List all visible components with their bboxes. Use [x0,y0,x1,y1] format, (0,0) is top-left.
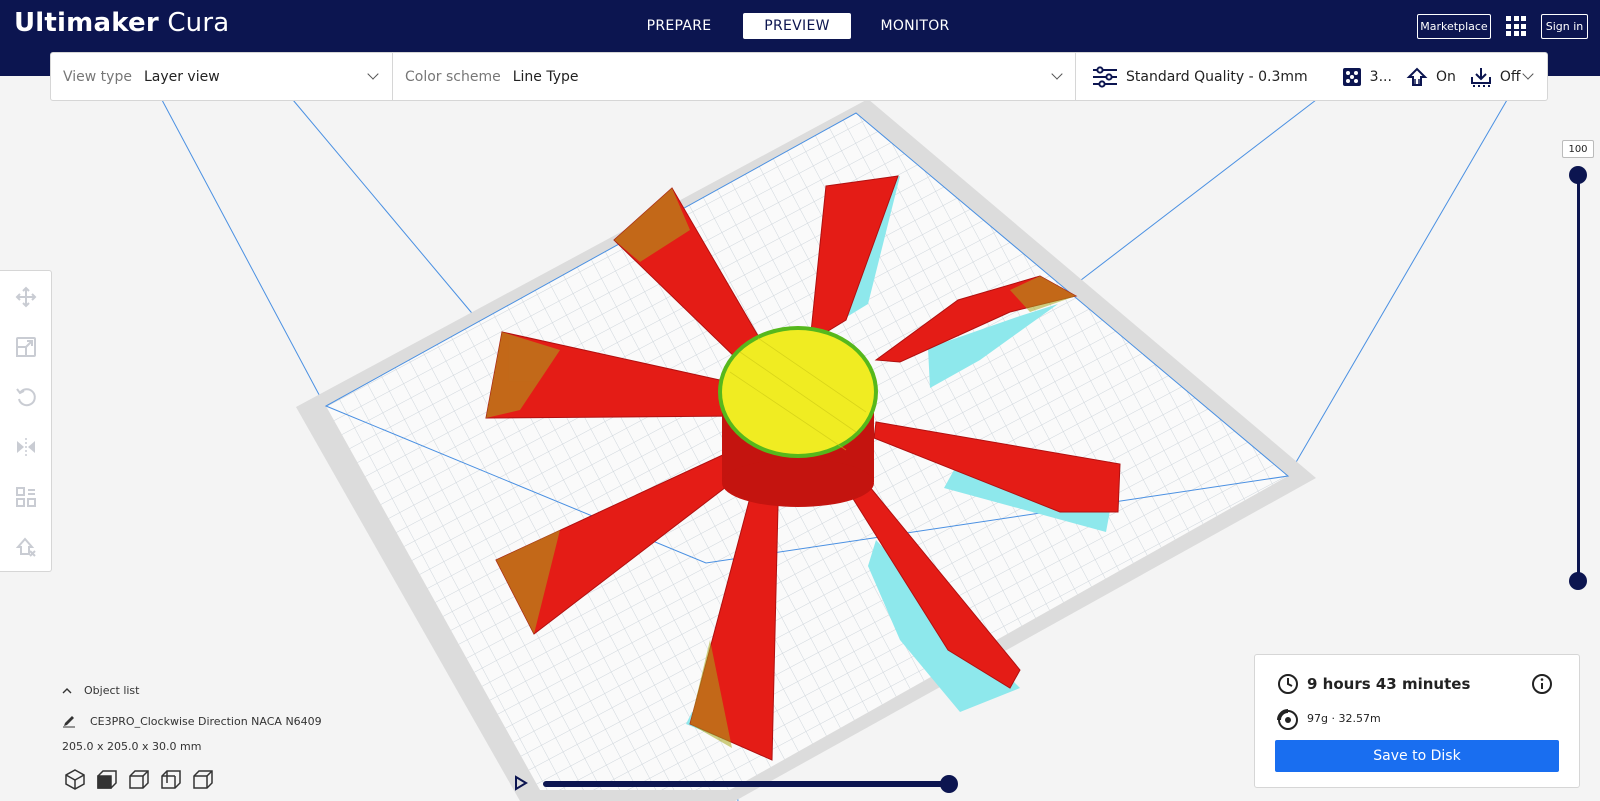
left-view-icon[interactable] [160,768,182,790]
layer-slider-track[interactable] [1577,175,1580,580]
color-scheme-dropdown[interactable]: Color scheme Line Type [392,53,1075,100]
tab-prepare[interactable]: PREPARE [625,13,733,39]
support-blocker-icon[interactable] [14,535,38,559]
simulation-slider-handle[interactable] [940,775,958,793]
object-list-panel: Object list CE3PRO_Clockwise Direction N… [62,684,322,790]
print-info-panel: 9 hours 43 minutes 97g · 32.57m Save to … [1254,654,1580,788]
front-view-icon[interactable] [96,768,118,790]
adhesion-value: Off [1499,68,1521,85]
play-icon[interactable] [514,775,528,791]
print-settings-dropdown[interactable]: Standard Quality - 0.3mm 3... On Off [1075,53,1547,100]
support-icon [1406,67,1428,87]
mirror-icon[interactable] [14,435,38,459]
view-toolbar: View type Layer view Color scheme Line T… [50,52,1548,101]
infill-icon [1342,67,1362,87]
right-view-icon[interactable] [192,768,214,790]
stage-tabs: PREPARE PREVIEW MONITOR [625,13,969,39]
move-icon[interactable] [14,285,38,309]
info-icon[interactable] [1531,673,1553,695]
chevron-down-icon [367,68,379,80]
color-scheme-label: Color scheme [405,68,501,85]
view-type-dropdown[interactable]: View type Layer view [51,53,392,100]
object-list-item[interactable]: CE3PRO_Clockwise Direction NACA N6409 [62,714,322,728]
chevron-down-icon [1522,68,1534,80]
view-type-label: View type [63,68,132,85]
object-list-label: Object list [84,684,140,697]
marketplace-button[interactable]: Marketplace [1417,14,1491,39]
material-estimate: 97g · 32.57m [1307,712,1381,725]
tab-preview[interactable]: PREVIEW [743,13,851,39]
signin-button[interactable]: Sign in [1541,14,1588,39]
3d-view-icon[interactable] [64,768,86,790]
color-scheme-value: Line Type [512,68,579,85]
quality-value: Standard Quality - 0.3mm [1126,68,1308,85]
layer-slider-bottom-handle[interactable] [1569,572,1587,590]
apps-grid-icon[interactable] [1506,16,1526,36]
per-model-settings-icon[interactable] [14,485,38,509]
rotate-icon[interactable] [14,385,38,409]
chevron-down-icon [1051,68,1063,80]
adhesion-icon [1470,67,1492,87]
support-value: On [1435,68,1456,85]
infill-value: 3... [1369,68,1392,85]
clock-icon [1278,674,1298,694]
view-type-value: Layer view [143,68,220,85]
scale-icon[interactable] [14,335,38,359]
layer-slider-top-handle[interactable] [1569,166,1587,184]
object-list-toggle[interactable]: Object list [62,684,139,697]
object-dimensions: 205.0 x 205.0 x 30.0 mm [62,740,202,753]
layer-number-field[interactable]: 100 [1562,140,1594,158]
camera-view-buttons [64,768,214,790]
spool-icon [1277,709,1298,730]
settings-sliders-icon [1092,65,1118,88]
simulation-slider-track[interactable] [543,781,949,787]
transform-toolbar [0,270,52,572]
save-to-disk-button[interactable]: Save to Disk [1275,740,1559,772]
print-time: 9 hours 43 minutes [1307,675,1471,693]
pencil-icon [63,716,75,728]
top-view-icon[interactable] [128,768,150,790]
object-name: CE3PRO_Clockwise Direction NACA N6409 [90,714,322,728]
chevron-up-icon [62,687,72,693]
tab-monitor[interactable]: MONITOR [861,13,969,39]
app-logo: Ultimaker Cura [14,8,230,38]
